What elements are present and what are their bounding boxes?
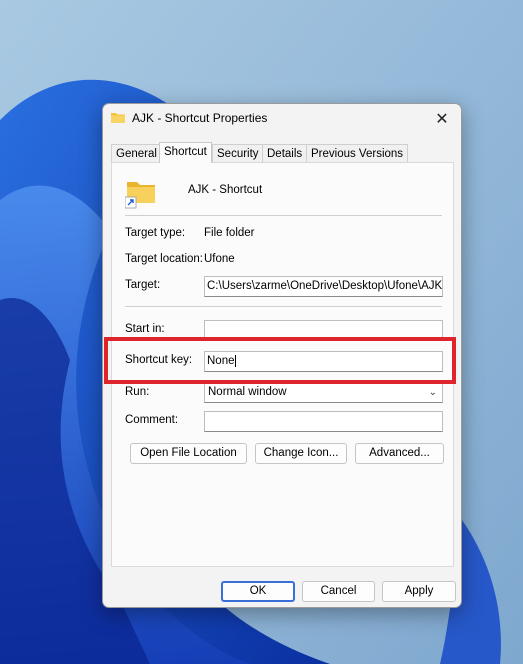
target-location-value: Ufone bbox=[204, 253, 235, 265]
divider bbox=[125, 306, 442, 307]
folder-icon bbox=[111, 113, 125, 123]
target-label: Target: bbox=[125, 279, 161, 291]
open-file-location-button[interactable]: Open File Location bbox=[130, 443, 247, 464]
apply-button[interactable]: Apply bbox=[382, 581, 456, 602]
ok-button[interactable]: OK bbox=[221, 581, 295, 602]
close-icon: ✕ bbox=[435, 111, 449, 128]
tab-previous-versions[interactable]: Previous Versions bbox=[306, 144, 409, 162]
highlight-box bbox=[104, 337, 456, 384]
target-location-label: Target location: bbox=[125, 253, 203, 265]
cancel-button[interactable]: Cancel bbox=[302, 581, 375, 602]
advanced-button[interactable]: Advanced... bbox=[355, 443, 444, 464]
window-title: AJK - Shortcut Properties bbox=[132, 111, 268, 125]
comment-label: Comment: bbox=[125, 414, 179, 426]
close-button[interactable]: ✕ bbox=[424, 105, 460, 133]
tab-shortcut[interactable]: Shortcut bbox=[159, 142, 212, 163]
tab-general[interactable]: General bbox=[111, 144, 162, 162]
target-type-value: File folder bbox=[204, 227, 255, 239]
run-select[interactable]: Normal window ⌄ bbox=[204, 382, 443, 403]
divider bbox=[125, 215, 442, 216]
shortcut-name: AJK - Shortcut bbox=[188, 184, 263, 196]
start-in-label: Start in: bbox=[125, 323, 165, 335]
tab-bar: General Shortcut Security Details Previo… bbox=[111, 142, 455, 163]
target-type-label: Target type: bbox=[125, 227, 186, 239]
title-bar[interactable]: AJK - Shortcut Properties ✕ bbox=[103, 104, 461, 134]
change-icon-button[interactable]: Change Icon... bbox=[255, 443, 347, 464]
folder-shortcut-icon bbox=[125, 182, 155, 209]
target-input[interactable]: C:\Users\zarme\OneDrive\Desktop\Ufone\AJ… bbox=[204, 276, 443, 297]
run-select-value: Normal window bbox=[208, 386, 287, 398]
tab-security[interactable]: Security bbox=[212, 144, 264, 162]
chevron-down-icon: ⌄ bbox=[428, 387, 437, 398]
comment-input[interactable] bbox=[204, 411, 443, 432]
run-label: Run: bbox=[125, 386, 150, 398]
tab-details[interactable]: Details bbox=[262, 144, 308, 162]
